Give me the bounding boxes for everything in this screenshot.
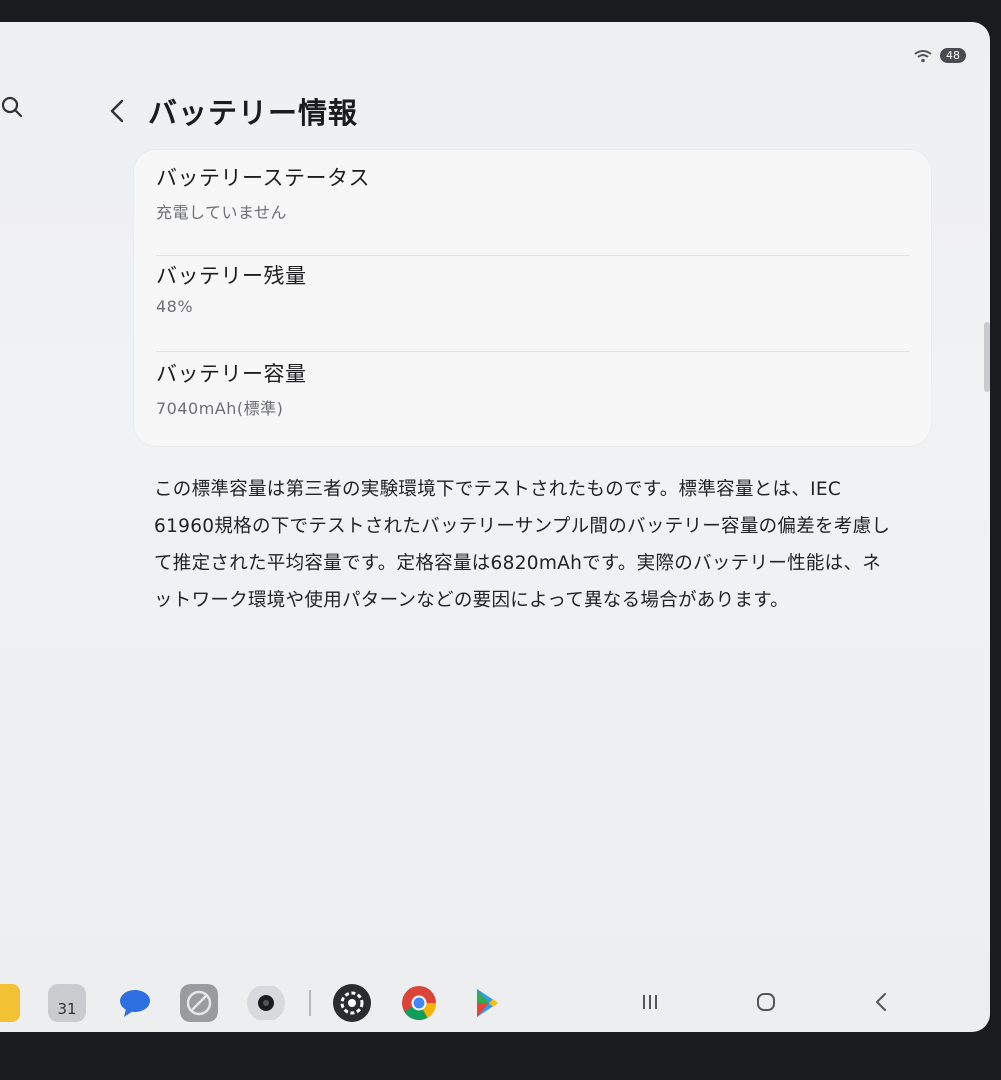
taskbar-separator (309, 990, 311, 1016)
battery-status-label: バッテリーステータス (156, 166, 370, 190)
calendar-icon[interactable]: 31 (48, 984, 86, 1022)
status-bar: 48 (914, 48, 966, 63)
back-button[interactable] (868, 988, 896, 1016)
search-icon[interactable] (0, 95, 24, 119)
settings-icon[interactable] (333, 984, 371, 1022)
battery-level-label: バッテリー残量 (156, 264, 307, 288)
side-panel-handle[interactable] (984, 322, 990, 392)
battery-status-value: 充電していません (156, 203, 288, 222)
messages-icon[interactable] (116, 984, 154, 1022)
battery-level-row[interactable]: バッテリー残量 48% (156, 260, 909, 356)
chrome-icon[interactable] (400, 984, 438, 1022)
battery-capacity-label: バッテリー容量 (156, 362, 307, 386)
home-button[interactable] (752, 988, 780, 1016)
gallery-icon[interactable] (180, 984, 218, 1022)
page-header: バッテリー情報 (104, 90, 358, 132)
folder-icon[interactable] (0, 984, 20, 1022)
settings-screen: 48 バッテリー情報 バッテリーステータス 充電していません バッテリー残量 4… (0, 22, 990, 1032)
recent-apps-button[interactable] (636, 988, 664, 1016)
divider (156, 351, 909, 352)
battery-level-value: 48% (156, 297, 194, 316)
wifi-icon (914, 49, 932, 62)
page-title: バッテリー情報 (148, 96, 359, 130)
battery-capacity-value: 7040mAh(標準) (156, 399, 284, 418)
battery-capacity-row[interactable]: バッテリー容量 7040mAh(標準) (156, 358, 909, 454)
battery-status-row[interactable]: バッテリーステータス 充電していません (156, 162, 909, 258)
calendar-day: 31 (57, 1000, 77, 1018)
capacity-description: この標準容量は第三者の実験環境下でテストされたものです。標準容量とは、IEC 6… (154, 479, 891, 611)
battery-badge: 48 (940, 48, 966, 63)
divider (156, 255, 909, 256)
battery-info-card: バッテリーステータス 充電していません バッテリー残量 48% バッテリー容量 … (134, 150, 931, 446)
taskbar: 31 (0, 972, 990, 1032)
play-store-icon[interactable] (468, 984, 506, 1022)
back-icon[interactable] (104, 97, 132, 125)
camera-icon[interactable] (247, 984, 285, 1022)
